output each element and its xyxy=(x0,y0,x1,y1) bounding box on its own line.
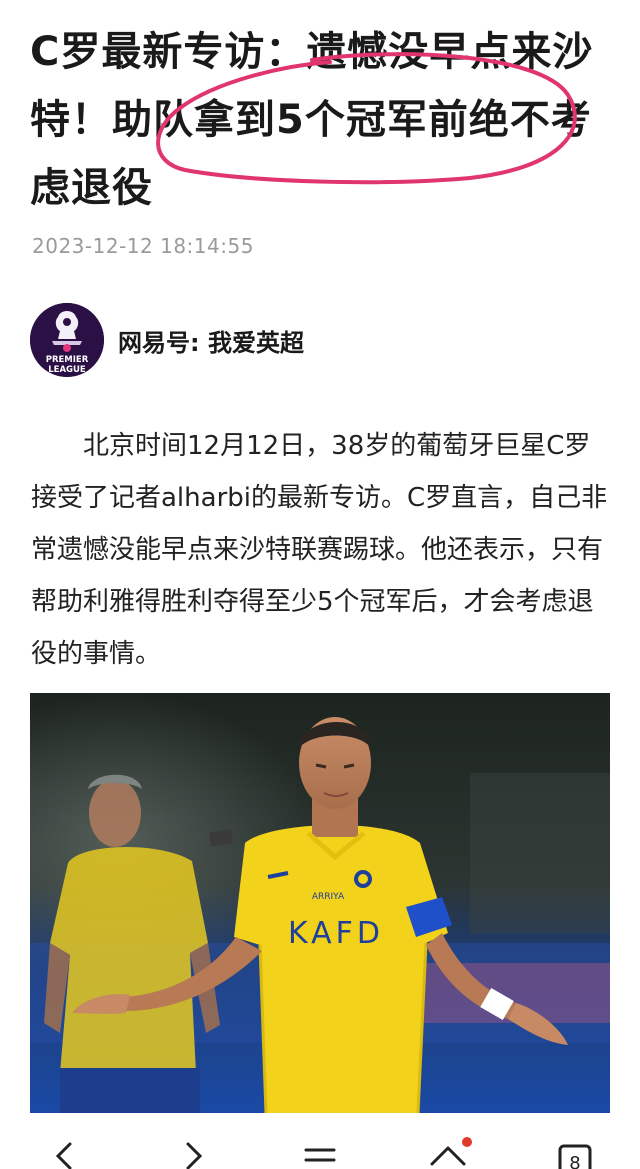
home-button[interactable] xyxy=(428,1134,472,1169)
premier-league-logo-icon: PREMIER LEAGUE xyxy=(30,303,104,377)
tab-count: 8 xyxy=(569,1153,580,1169)
forward-button[interactable] xyxy=(174,1134,214,1169)
jersey-sponsor-text: KAFD xyxy=(288,916,384,951)
back-button[interactable] xyxy=(44,1134,84,1169)
tabs-button[interactable]: 8 xyxy=(556,1134,596,1169)
article-title: C罗最新专访：遗憾没早点来沙特！助队拿到5个冠军前绝不考虑退役 xyxy=(30,29,594,211)
tabs-icon: 8 xyxy=(558,1144,592,1169)
author-name[interactable]: 网易号: 我爱英超 xyxy=(118,323,304,358)
author-row[interactable]: PREMIER LEAGUE 网易号: 我爱英超 xyxy=(30,300,304,380)
svg-text:LEAGUE: LEAGUE xyxy=(48,365,86,375)
article-body: 北京时间12月12日，38岁的葡萄牙巨星C罗接受了记者alharbi的最新专访。… xyxy=(31,431,608,669)
author-avatar[interactable]: PREMIER LEAGUE xyxy=(30,303,104,377)
chevron-right-icon xyxy=(186,1142,203,1169)
jersey-brand-text: ARRIYA xyxy=(312,892,345,902)
home-icon xyxy=(430,1137,472,1166)
ronaldo-photo-illustration: ARRIYA KAFD xyxy=(30,693,610,1113)
svg-text:PREMIER: PREMIER xyxy=(46,355,89,365)
article-page: C罗最新专访：遗憾没早点来沙特！助队拿到5个冠军前绝不考虑退役 2023-12-… xyxy=(0,0,640,1169)
article-photo[interactable]: ARRIYA KAFD xyxy=(30,693,610,1113)
publish-timestamp: 2023-12-12 18:14:55 xyxy=(32,234,254,258)
browser-bottom-nav: 8 xyxy=(0,1130,640,1169)
menu-button[interactable] xyxy=(300,1134,340,1169)
chevron-left-icon xyxy=(55,1142,72,1169)
menu-icon xyxy=(304,1148,336,1162)
notification-dot xyxy=(462,1137,472,1147)
